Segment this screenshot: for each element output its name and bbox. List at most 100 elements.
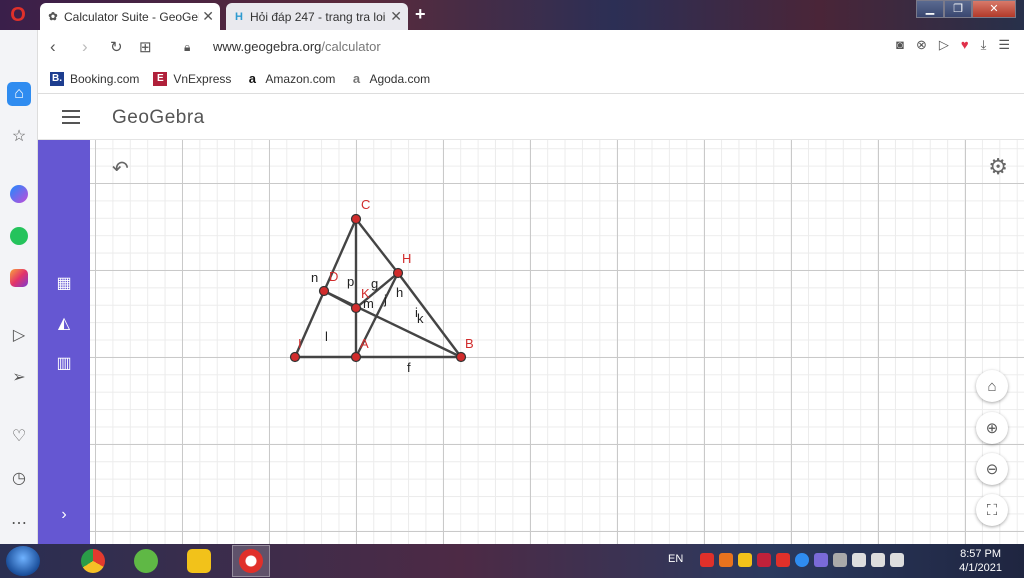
point-label-c: C: [361, 197, 370, 212]
vietkey-tray-icon[interactable]: [757, 553, 771, 567]
url-field[interactable]: www.geogebra.org/calculator: [213, 39, 381, 54]
action-center-icon[interactable]: [833, 553, 847, 567]
point-b[interactable]: [455, 351, 467, 363]
fullscreen-button[interactable]: ⛶: [976, 494, 1008, 526]
hamburger-menu-icon[interactable]: [62, 110, 80, 124]
close-window-button[interactable]: ✕: [972, 0, 1016, 18]
bookmark-heart-icon[interactable]: ♥: [961, 37, 969, 53]
graphics-canvas[interactable]: ↶ ⚙ C H D K I A B n p g h m j i k l f ⌂ …: [90, 140, 1024, 544]
forward-button[interactable]: ›: [82, 37, 88, 57]
start-button[interactable]: [6, 546, 40, 576]
bookmark-booking[interactable]: B. Booking.com: [50, 71, 140, 86]
volume-icon[interactable]: [871, 553, 885, 567]
geometry-construction: C H D K I A B n p g h m j i k l f: [289, 197, 474, 375]
chrome-taskbar-icon[interactable]: [74, 545, 112, 577]
send-to-flow-icon[interactable]: ▷: [939, 37, 949, 53]
coccoc-taskbar-icon[interactable]: [127, 545, 165, 577]
bookmark-amazon[interactable]: a Amazon.com: [245, 71, 336, 86]
geogebra-tray-icon[interactable]: [814, 553, 828, 567]
speed-dial-star-icon[interactable]: ☆: [7, 124, 31, 148]
browser-tab-strip: O ✿ Calculator Suite - GeoGebra ✕ H Hỏi …: [0, 0, 1024, 30]
segment-label-k: k: [417, 311, 424, 326]
amazon-icon: a: [245, 71, 260, 86]
windows-taskbar: EN 8:57 PM 4/1/2021: [0, 544, 1024, 578]
easy-setup-icon[interactable]: ☰: [998, 37, 1010, 53]
segment-n[interactable]: [323, 289, 357, 310]
bookmark-label: Amazon.com: [265, 71, 336, 86]
segment-label-p: p: [347, 274, 354, 289]
heart-icon[interactable]: ♡: [7, 424, 31, 448]
window-controls: ▁ ❐ ✕: [916, 0, 1016, 18]
reload-button[interactable]: ↻: [110, 38, 123, 56]
point-h[interactable]: [392, 267, 404, 279]
table-icon[interactable]: ▥: [52, 351, 76, 375]
send-icon[interactable]: ➢: [7, 365, 31, 389]
tab-close-icon[interactable]: ✕: [390, 8, 402, 25]
home-icon[interactable]: ⌂: [7, 82, 31, 106]
messenger-icon[interactable]: [7, 182, 31, 206]
new-tab-button[interactable]: +: [415, 4, 426, 25]
calculator-icon[interactable]: ▦: [52, 271, 76, 295]
tab-geogebra[interactable]: ✿ Calculator Suite - GeoGebra ✕: [40, 3, 220, 30]
point-k[interactable]: [350, 302, 362, 314]
tab-grid-button[interactable]: ⊞: [139, 38, 152, 56]
zoom-in-button[interactable]: ⊕: [976, 412, 1008, 444]
point-c[interactable]: [350, 213, 362, 225]
home-view-button[interactable]: ⌂: [976, 370, 1008, 402]
bookmark-agoda[interactable]: a Agoda.com: [349, 71, 431, 86]
flag-icon[interactable]: [890, 553, 904, 567]
ultraviewer-tray-icon[interactable]: [738, 553, 752, 567]
opera-tray-icon[interactable]: [700, 553, 714, 567]
zoom-out-button[interactable]: ⊖: [976, 453, 1008, 485]
point-d[interactable]: [318, 285, 330, 297]
back-button[interactable]: ‹: [50, 37, 56, 57]
vnexpress-icon: E: [153, 71, 168, 86]
instagram-icon[interactable]: [7, 266, 31, 290]
tab-title: Calculator Suite - GeoGebra: [64, 9, 199, 24]
segment-label-h: h: [396, 285, 403, 300]
point-label-i: I: [298, 336, 302, 351]
opera-taskbar-icon[interactable]: [232, 545, 270, 577]
snapshot-icon[interactable]: ◙: [896, 37, 904, 53]
segment-k[interactable]: [397, 272, 462, 358]
network-signal-icon[interactable]: [852, 553, 866, 567]
segment-label-f: f: [407, 360, 411, 375]
tab-close-icon[interactable]: ✕: [202, 8, 214, 25]
ultraviewer-taskbar-icon[interactable]: [180, 545, 218, 577]
expand-panel-icon[interactable]: ›: [52, 503, 76, 527]
system-clock[interactable]: 8:57 PM 4/1/2021: [959, 547, 1002, 575]
bookmark-label: Agoda.com: [369, 71, 431, 86]
geogebra-header: GeoGebra: [38, 95, 1024, 140]
point-i[interactable]: [289, 351, 301, 363]
zoom-out-icon: ⊖: [985, 461, 999, 478]
hoidap-favicon-icon: H: [235, 10, 243, 23]
fullscreen-icon: ⛶: [986, 501, 998, 519]
more-options-icon[interactable]: ⋯: [7, 511, 31, 535]
history-clock-icon[interactable]: ◷: [7, 466, 31, 490]
bookmark-label: Booking.com: [70, 71, 140, 86]
point-a[interactable]: [350, 351, 362, 363]
segment-label-l: l: [325, 329, 328, 344]
url-path: /calculator: [321, 39, 381, 54]
shield-tray-icon[interactable]: [776, 553, 790, 567]
security-tray-icon[interactable]: [795, 553, 809, 567]
address-bar: ‹ › ↻ ⊞ 🔒︎ www.geogebra.org/calculator ◙…: [38, 30, 1024, 64]
point-label-d: D: [329, 269, 338, 284]
download-icon[interactable]: ⤓: [981, 37, 987, 53]
minimize-button[interactable]: ▁: [916, 0, 944, 18]
player-icon[interactable]: ▷: [7, 323, 31, 347]
unikey-tray-icon[interactable]: [719, 553, 733, 567]
geogebra-favicon-icon: ✿: [48, 11, 58, 23]
point-label-h: H: [402, 251, 411, 266]
point-label-b: B: [465, 336, 474, 351]
maximize-button[interactable]: ❐: [944, 0, 972, 18]
segment-g[interactable]: [355, 218, 399, 274]
bookmark-vnexpress[interactable]: E VnExpress: [153, 71, 231, 86]
adblock-icon[interactable]: ⊗: [916, 37, 927, 53]
language-indicator[interactable]: EN: [668, 553, 683, 565]
system-tray-icons: [700, 553, 904, 567]
opera-menu-icon[interactable]: O: [8, 5, 28, 25]
geometry-tools-icon[interactable]: ◭: [52, 311, 76, 335]
tab-hoidap[interactable]: H Hỏi đáp 247 - trang tra loi ✕: [226, 3, 408, 30]
whatsapp-icon[interactable]: [7, 224, 31, 248]
